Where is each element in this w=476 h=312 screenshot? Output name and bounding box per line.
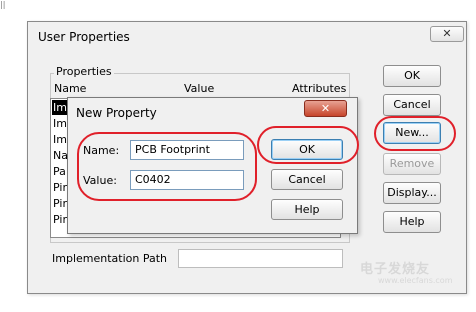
column-header-attributes: Attributes <box>292 82 347 95</box>
cancel-button[interactable]: Cancel <box>383 94 441 116</box>
dialog-title: User Properties <box>38 30 130 44</box>
close-button[interactable]: ✕ <box>430 26 464 42</box>
property-row[interactable]: Pa <box>52 164 68 179</box>
new-button[interactable]: New... <box>383 122 441 144</box>
remove-button[interactable]: Remove <box>383 153 441 175</box>
property-row[interactable]: Na <box>52 148 68 163</box>
properties-group-label: Properties <box>54 65 114 78</box>
property-row[interactable]: Im <box>52 116 68 131</box>
property-row[interactable]: Im <box>52 132 68 147</box>
close-icon: ✕ <box>320 102 331 115</box>
ok-button[interactable]: OK <box>383 65 441 87</box>
implementation-path-field[interactable] <box>178 249 343 268</box>
value-input[interactable]: C0402 <box>130 170 244 190</box>
help-button[interactable]: Help <box>383 211 441 233</box>
new-property-title: New Property <box>76 106 157 120</box>
name-input[interactable]: PCB Footprint <box>130 140 244 160</box>
new-property-ok-button[interactable]: OK <box>271 139 343 160</box>
implementation-path-label: Implementation Path <box>52 252 168 265</box>
watermark-url: www.elecfans.com <box>378 276 453 285</box>
column-header-name: Name <box>54 82 87 95</box>
column-header-value: Value <box>184 82 215 95</box>
new-property-close-button[interactable]: ✕ <box>304 100 347 117</box>
value-label: Value: <box>83 174 117 187</box>
property-row[interactable]: Pir <box>52 180 68 195</box>
watermark-logo: 电子发烧友 <box>360 262 431 277</box>
close-icon: ✕ <box>442 27 452 40</box>
new-property-dialog: New Property ✕ Name: PCB Footprint Value… <box>67 97 358 234</box>
new-property-help-button[interactable]: Help <box>271 199 343 220</box>
new-property-cancel-button[interactable]: Cancel <box>271 169 343 190</box>
property-row[interactable]: Pir <box>52 212 68 227</box>
corner-mark: || <box>0 0 6 9</box>
display-button[interactable]: Display... <box>383 182 441 204</box>
name-label: Name: <box>83 144 120 157</box>
property-row[interactable]: Im <box>52 100 68 115</box>
property-row[interactable]: Pir <box>52 196 68 211</box>
